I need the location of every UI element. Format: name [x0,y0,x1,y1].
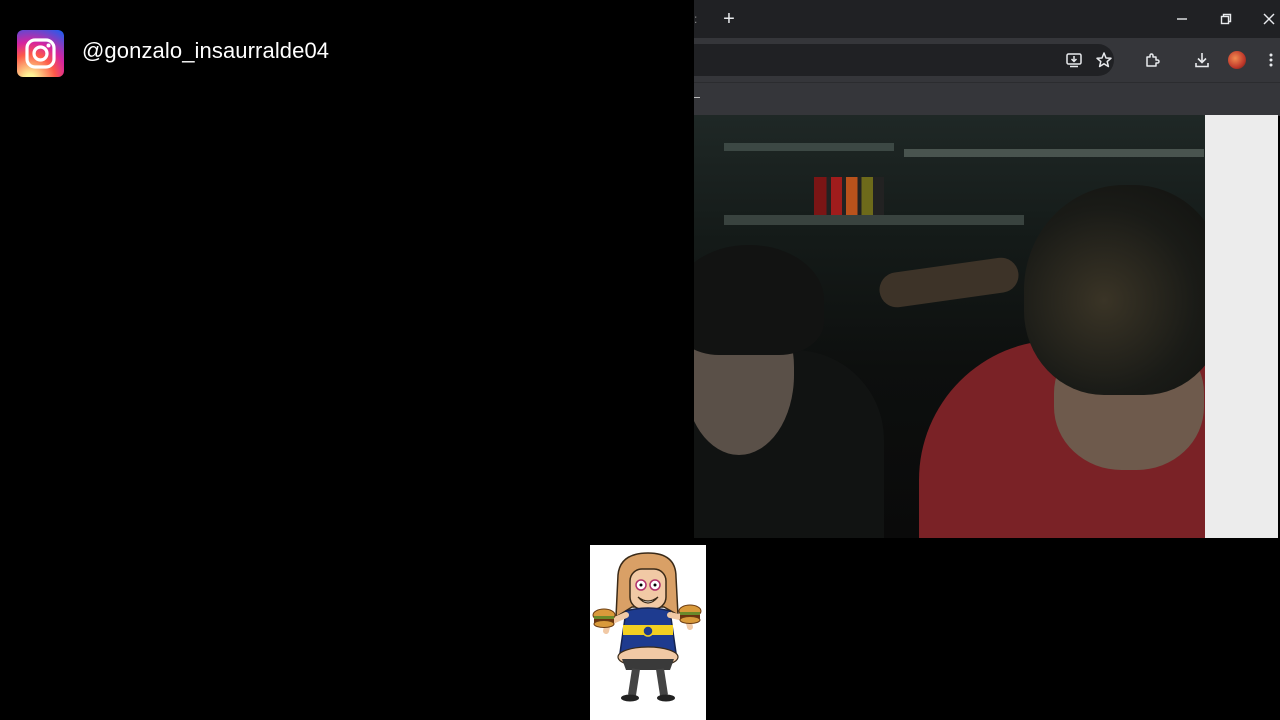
tab-separator: : [694,12,698,26]
background-shelf [724,215,1024,225]
person-left-hair [694,245,824,355]
browser-toolbar [694,38,1280,82]
browser-window: : + [694,0,1280,538]
avatar [1228,51,1246,69]
webcam-video [694,115,1205,538]
download-icon[interactable] [1191,49,1213,71]
minimize-icon[interactable] [1171,8,1193,30]
profile-avatar[interactable] [1226,49,1248,71]
background-shelf [904,149,1204,157]
background-shelf [724,143,894,151]
tab-strip: : + [694,0,1280,38]
menu-icon[interactable] [1260,49,1280,71]
address-bar[interactable] [694,44,1114,76]
new-tab-button[interactable]: + [718,8,740,30]
bookmark-edge [694,97,700,98]
extensions-icon[interactable] [1141,49,1163,71]
bookmarks-bar [694,82,1280,116]
background-arm [877,255,1021,310]
restore-icon[interactable] [1215,8,1237,30]
bookmark-star-icon[interactable] [1093,49,1115,71]
page-side-panel [1205,115,1278,538]
close-icon[interactable] [1258,8,1280,30]
background-bottles [814,177,884,217]
install-app-icon[interactable] [1063,49,1085,71]
instagram-handle: @gonzalo_insaurralde04 [82,38,330,63]
person-right-hair [1024,185,1205,395]
cartoon-sticker [590,545,706,720]
instagram-icon [17,30,64,77]
